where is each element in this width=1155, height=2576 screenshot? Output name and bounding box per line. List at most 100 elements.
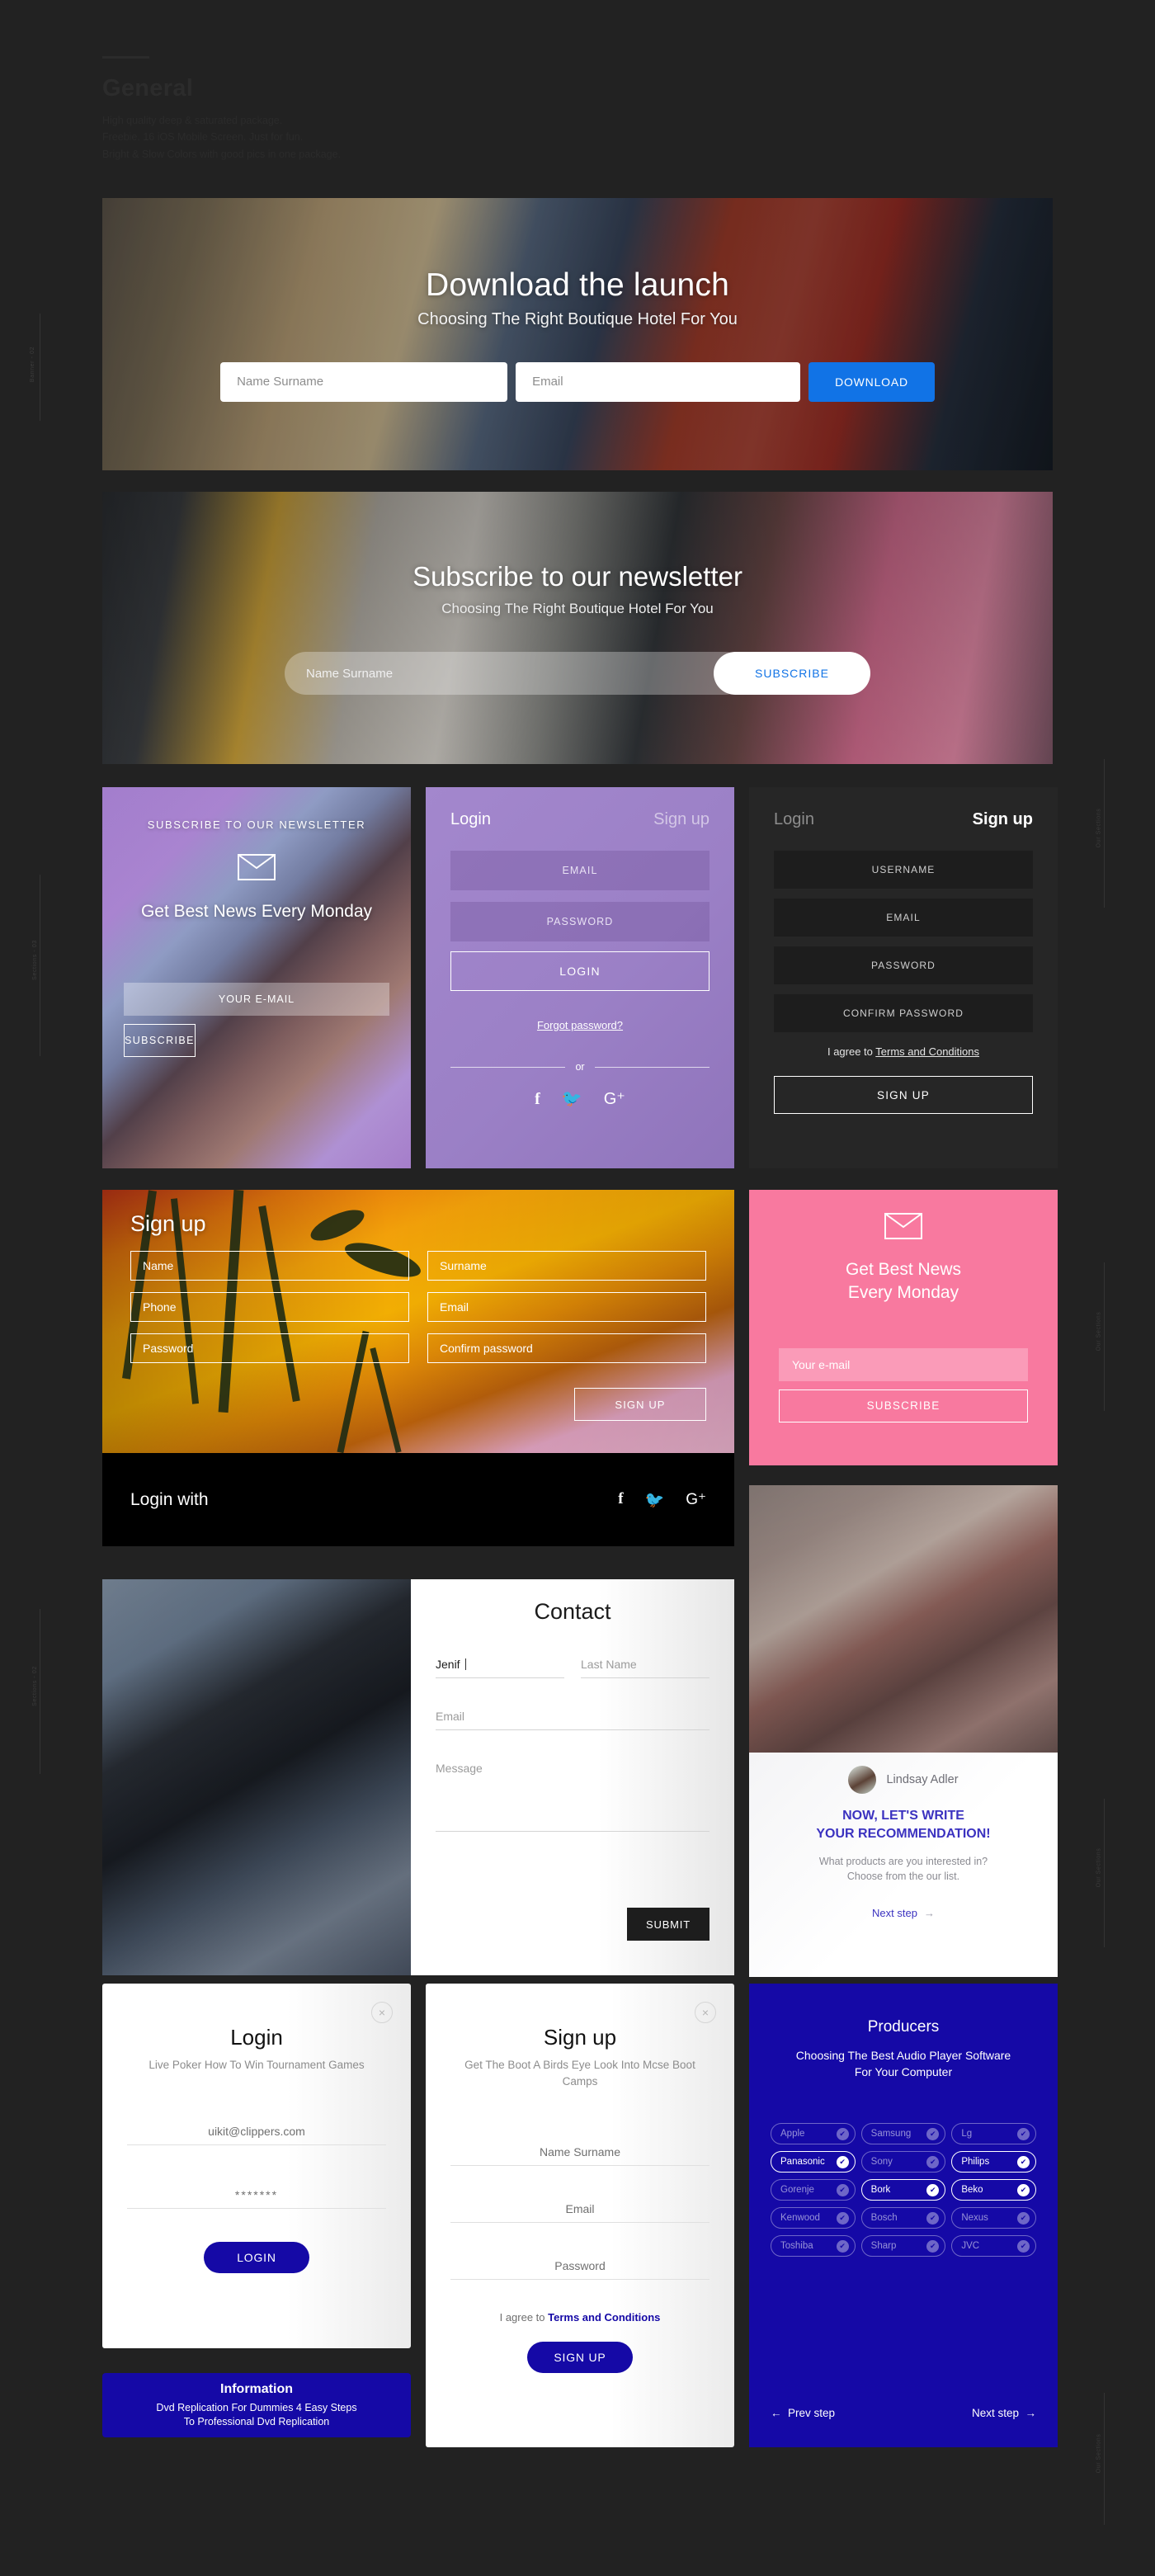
modal-signup-email-input[interactable]: Email <box>450 2202 710 2224</box>
signup-username-input[interactable]: USERNAME <box>774 851 1033 889</box>
producer-chip-label: Sony <box>870 2157 893 2168</box>
recommendation-headline: NOW, LET'S WRITE YOUR RECOMMENDATION! <box>769 1807 1038 1844</box>
pink-subscribe-button[interactable]: SUBSCRIBE <box>779 1389 1028 1422</box>
producer-chip[interactable]: Nexus ✔ <box>951 2207 1036 2229</box>
producer-chip[interactable]: Kenwood ✔ <box>771 2207 856 2229</box>
producer-chip-label: Bork <box>870 2185 891 2196</box>
tropical-email-input[interactable]: Email <box>427 1292 706 1322</box>
twitter-icon[interactable]: 🐦 <box>645 1490 665 1510</box>
newsletter-email-input[interactable]: YOUR E-MAIL <box>124 983 389 1017</box>
contact-first-name-value: Jenif <box>436 1658 460 1671</box>
tropical-phone-input[interactable]: Phone <box>130 1292 409 1322</box>
login-email-input[interactable]: EMAIL <box>450 851 710 890</box>
producer-chip[interactable]: Beko ✔ <box>951 2179 1036 2201</box>
producer-chip[interactable]: Samsung ✔ <box>860 2123 946 2145</box>
download-email-input[interactable]: Email <box>516 361 801 402</box>
tab-signup[interactable]: Sign up <box>653 810 710 829</box>
tropical-signup-button[interactable]: SIGN UP <box>574 1388 706 1421</box>
producer-chip[interactable]: JVC ✔ <box>951 2235 1036 2258</box>
envelope-icon <box>238 854 276 880</box>
recommendation-headline-line2: YOUR RECOMMENDATION! <box>816 1827 991 1842</box>
ruler-label: Sections - 02 <box>31 1666 38 1706</box>
producer-chip[interactable]: Toshiba ✔ <box>771 2235 856 2258</box>
producer-chip[interactable]: Panasonic ✔ <box>771 2151 856 2173</box>
tropical-name-input[interactable]: Name <box>130 1251 409 1281</box>
ruler-sections-03: Sections - 03 <box>31 875 48 1056</box>
banner-subscribe-form: Name Surname SUBSCRIBE <box>285 652 870 695</box>
producer-chip[interactable]: Apple ✔ <box>771 2123 856 2145</box>
download-button[interactable]: DOWNLOAD <box>808 361 935 402</box>
signup-email-input[interactable]: EMAIL <box>774 899 1033 937</box>
modal-login-button[interactable]: LOGIN <box>204 2241 309 2273</box>
recommendation-next-step[interactable]: Next step → <box>769 1907 1038 1919</box>
tab-signup[interactable]: Sign up <box>973 810 1033 829</box>
social-login-row: f 🐦 G⁺ <box>450 1091 710 1107</box>
forgot-password-link[interactable]: Forgot password? <box>450 1019 710 1031</box>
contact-first-name-input[interactable]: Jenif <box>436 1658 564 1678</box>
tropical-confirm-password-input[interactable]: Confirm password <box>427 1333 706 1363</box>
signup-button[interactable]: SIGN UP <box>774 1076 1033 1114</box>
contact-title: Contact <box>534 1599 611 1624</box>
next-step-button[interactable]: Next step → <box>972 2407 1036 2419</box>
producer-chip[interactable]: Sharp ✔ <box>860 2235 946 2258</box>
google-plus-icon[interactable]: G⁺ <box>604 1091 625 1107</box>
producers-chip-grid: Apple ✔ Samsung ✔ Lg ✔ Panasonic ✔ Sony ✔ Philips ✔… <box>771 2123 1036 2258</box>
newsletter-subscribe-button[interactable]: SUBSCRIBE <box>124 1024 196 1058</box>
signup-confirm-password-input[interactable]: CONFIRM PASSWORD <box>774 994 1033 1032</box>
login-button[interactable]: LOGIN <box>450 951 710 991</box>
contact-email-input[interactable]: Email <box>436 1710 710 1730</box>
tropical-surname-input[interactable]: Surname <box>427 1251 706 1281</box>
modal-signup-button[interactable]: SIGN UP <box>527 2342 633 2374</box>
download-name-input[interactable]: Name Surname <box>220 361 508 402</box>
or-divider: or <box>450 1061 710 1073</box>
close-icon[interactable]: × <box>371 2002 393 2023</box>
ruler-label: Our Sections <box>1096 1311 1102 1352</box>
terms-link[interactable]: Terms and Conditions <box>875 1045 979 1058</box>
check-icon: ✔ <box>836 2183 849 2196</box>
ruler-sections-02: Sections - 02 <box>31 1609 48 1774</box>
prev-step-button[interactable]: ← Prev step <box>771 2407 835 2419</box>
modal-signup-password-input[interactable]: Password <box>450 2259 710 2281</box>
subscribe-button[interactable]: SUBSCRIBE <box>714 652 870 695</box>
producer-chip[interactable]: Lg ✔ <box>951 2123 1036 2145</box>
google-plus-icon[interactable]: G⁺ <box>686 1490 706 1510</box>
producer-chip[interactable]: Bork ✔ <box>860 2179 946 2201</box>
tab-login[interactable]: Login <box>774 810 814 829</box>
modal-login-email-input[interactable]: uikit@clippers.com <box>127 2125 386 2145</box>
tropical-password-input[interactable]: Password <box>130 1333 409 1363</box>
page-description: High quality deep & saturated package. F… <box>102 115 342 160</box>
facebook-icon[interactable]: f <box>618 1490 623 1510</box>
producer-chip[interactable]: Gorenje ✔ <box>771 2179 856 2201</box>
producers-title: Producers <box>867 2018 940 2036</box>
facebook-icon[interactable]: f <box>535 1091 540 1107</box>
check-icon: ✔ <box>926 2127 940 2140</box>
producer-chip[interactable]: Sony ✔ <box>860 2151 946 2173</box>
contact-last-name-input[interactable]: Last Name <box>581 1658 710 1678</box>
twitter-icon[interactable]: 🐦 <box>562 1091 582 1107</box>
modal-signup-title: Sign up <box>543 2025 617 2050</box>
producer-chip[interactable]: Philips ✔ <box>951 2151 1036 2173</box>
subscribe-name-input[interactable]: Name Surname <box>285 652 747 695</box>
banner-download-subtitle: Choosing The Right Boutique Hotel For Yo… <box>417 309 738 328</box>
login-password-input[interactable]: PASSWORD <box>450 902 710 941</box>
modal-signup-name-input[interactable]: Name Surname <box>450 2145 710 2167</box>
tab-login[interactable]: Login <box>450 810 491 829</box>
divider-line-left <box>450 1066 566 1068</box>
card-pink-newsletter: Get Best News Every Monday Your e-mail S… <box>749 1190 1058 1465</box>
pink-email-input[interactable]: Your e-mail <box>779 1347 1028 1381</box>
contact-submit-button[interactable]: SUBMIT <box>627 1908 710 1941</box>
check-icon: ✔ <box>926 2239 940 2253</box>
header-rule <box>102 56 149 59</box>
signup-password-input[interactable]: PASSWORD <box>774 946 1033 984</box>
ruler-label: Sections - 03 <box>31 940 38 980</box>
close-icon[interactable]: × <box>695 2002 716 2023</box>
modal-login-password-input[interactable]: ******* <box>127 2188 386 2209</box>
producer-chip[interactable]: Bosch ✔ <box>860 2207 946 2229</box>
ruler-banner-02: Banner - 02 <box>30 314 48 421</box>
contact-message-input[interactable]: Message <box>436 1762 710 1832</box>
ruler-our-sections-3: Our Sections <box>1096 1799 1112 1947</box>
terms-link[interactable]: Terms and Conditions <box>548 2311 660 2324</box>
tropical-form: Name Surname Phone Email Password Confir… <box>130 1251 706 1363</box>
check-icon: ✔ <box>1016 2183 1030 2196</box>
card-contact: Contact Jenif Last Name Email Message SU… <box>102 1579 734 1975</box>
